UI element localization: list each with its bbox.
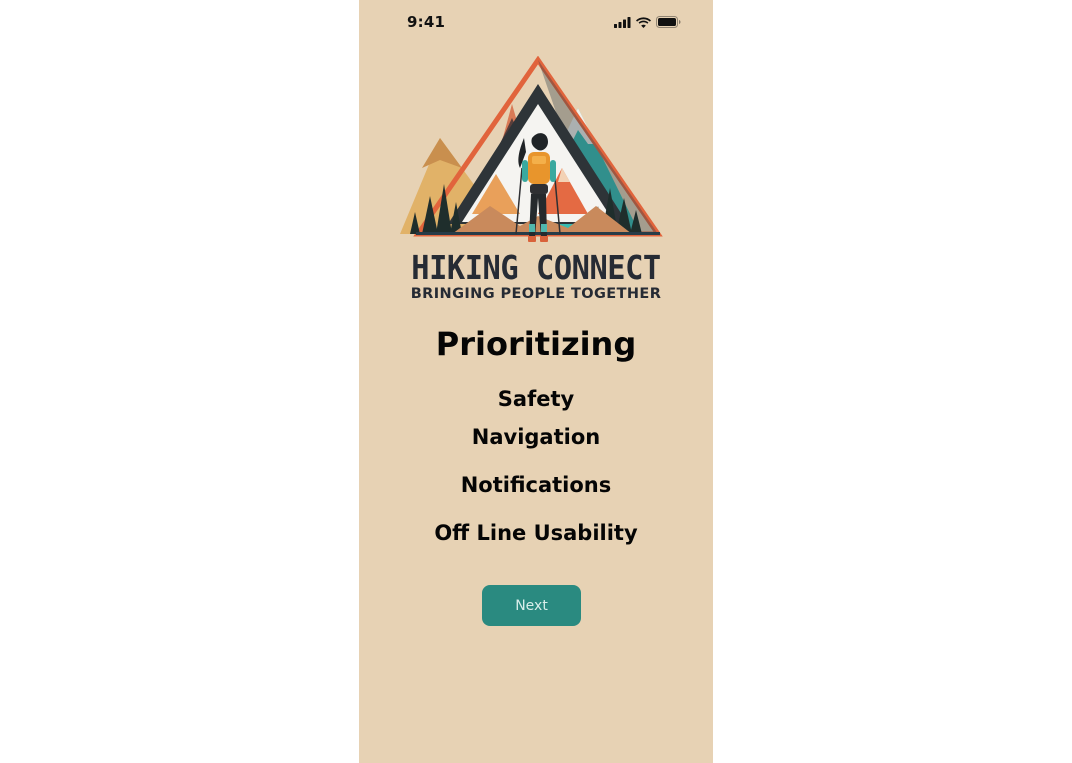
feature-notifications: Notifications [460,473,612,497]
wifi-icon [636,16,651,28]
feature-navigation: Navigation [471,425,601,449]
page-heading: Prioritizing [435,325,637,363]
cellular-signal-icon [614,16,631,28]
feature-safety: Safety [497,387,575,411]
hiking-connect-logo [400,56,663,242]
next-button[interactable]: Next [482,585,581,626]
status-bar: 9:41 [359,0,713,44]
feature-offline-usability: Off Line Usability [434,521,638,545]
brand-name: HIKING CONNECT [411,248,661,287]
phone-screen: 9:41 HIKING CONNECT BRINGING PEOPLE TOGE… [359,0,713,763]
battery-icon [656,16,681,28]
brand-tagline: BRINGING PEOPLE TOGETHER [410,286,662,302]
status-time: 9:41 [407,13,446,31]
status-icons [614,15,681,29]
